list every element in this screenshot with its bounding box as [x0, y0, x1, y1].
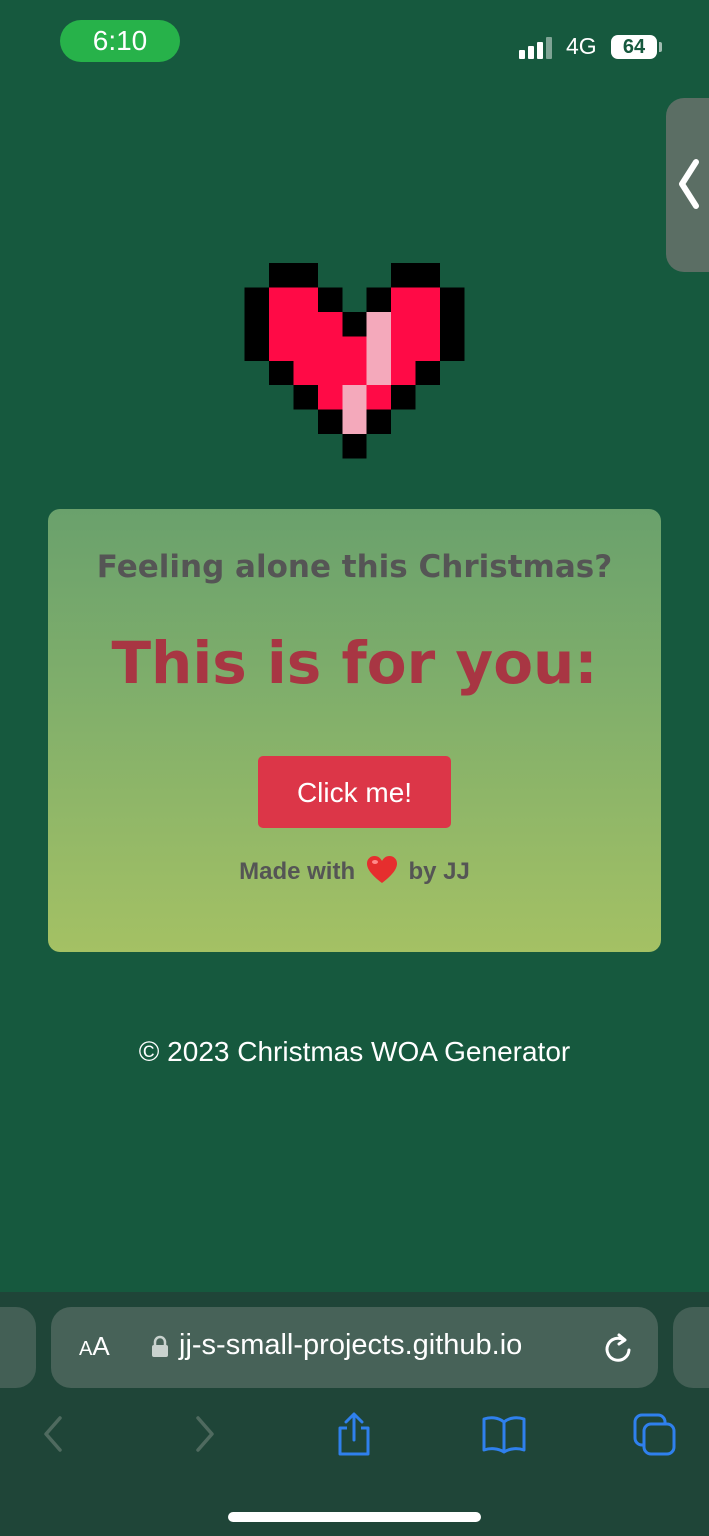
credit-prefix: Made with	[239, 858, 356, 885]
text-size-button[interactable]: AA	[79, 1331, 110, 1362]
forward-icon[interactable]	[190, 1412, 220, 1456]
card-title: This is for you:	[111, 629, 598, 697]
reload-icon[interactable]	[603, 1331, 635, 1365]
click-me-button[interactable]: Click me!	[258, 756, 451, 828]
battery-icon: 64	[611, 35, 657, 59]
message-card: Feeling alone this Christmas? This is fo…	[48, 509, 661, 952]
credit-suffix: by JJ	[408, 858, 470, 885]
url-text[interactable]: jj-s-small-projects.github.io	[179, 1329, 522, 1362]
tabs-icon[interactable]	[632, 1412, 678, 1458]
share-icon[interactable]	[334, 1412, 374, 1458]
credit-line: Made with by JJ	[48, 855, 661, 886]
lock-icon	[152, 1335, 168, 1357]
status-bar: 6:10 4G 64	[0, 0, 709, 92]
page-footer: © 2023 Christmas WOA Generator	[138, 1036, 571, 1067]
browser-toolbar	[0, 1400, 709, 1470]
back-icon[interactable]	[38, 1412, 68, 1456]
signal-icon	[519, 37, 555, 59]
card-subtitle: Feeling alone this Christmas?	[96, 549, 613, 585]
next-tab-preview[interactable]	[673, 1307, 709, 1388]
text-size-big: A	[92, 1331, 110, 1361]
text-size-small: A	[79, 1338, 93, 1360]
home-indicator	[228, 1512, 481, 1522]
network-type: 4G	[566, 33, 597, 59]
battery-level: 64	[622, 36, 646, 58]
bookmarks-icon[interactable]	[480, 1412, 528, 1456]
chevron-left-icon	[679, 159, 699, 209]
pixel-heart-icon	[244, 263, 465, 459]
address-bar[interactable]: AA jj-s-small-projects.github.io	[51, 1307, 658, 1388]
side-panel-tab[interactable]	[666, 98, 709, 272]
status-time[interactable]: 6:10	[60, 20, 180, 62]
red-heart-icon	[366, 856, 397, 883]
battery-tip	[659, 42, 662, 52]
previous-tab-preview[interactable]	[0, 1307, 36, 1388]
